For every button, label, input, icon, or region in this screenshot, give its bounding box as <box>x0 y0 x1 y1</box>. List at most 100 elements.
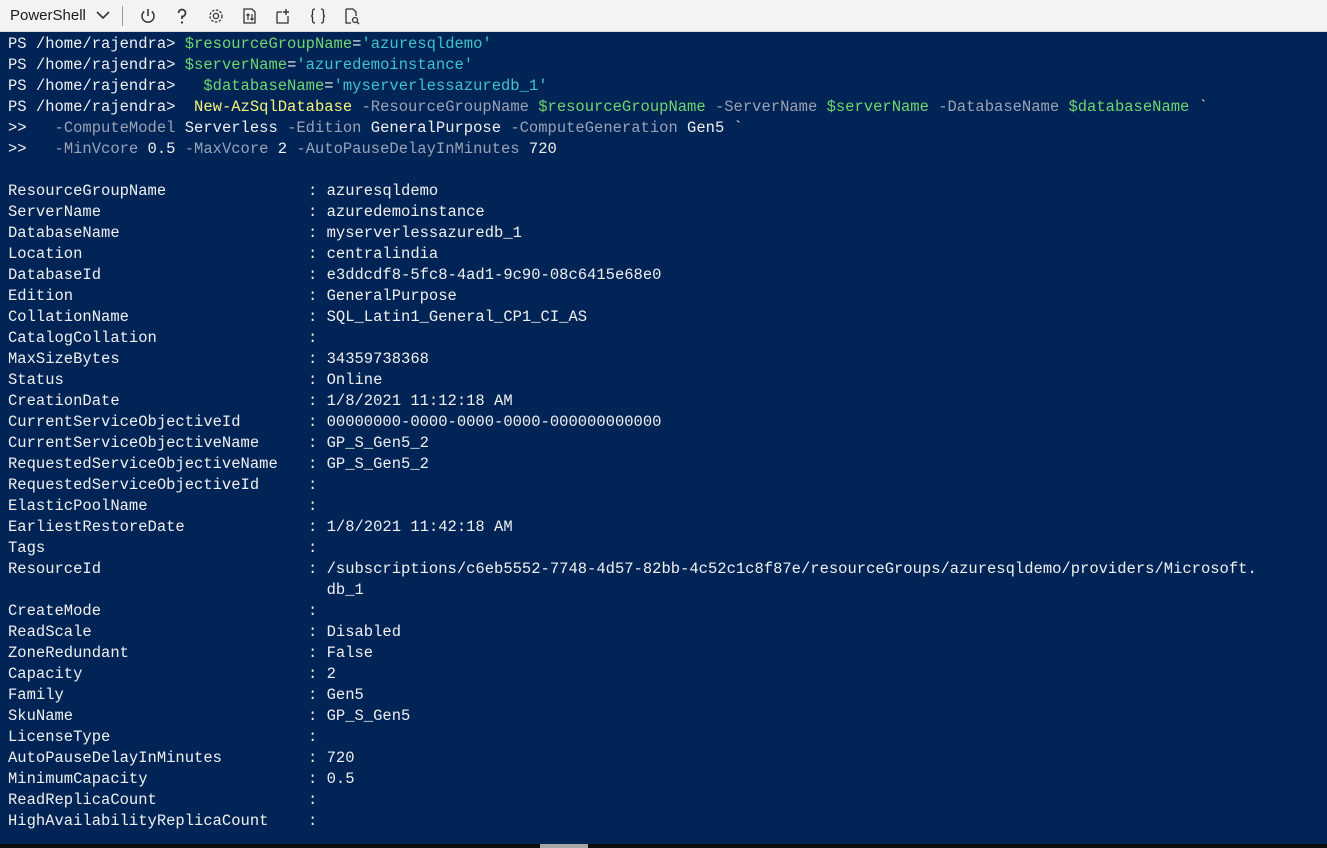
property-name: CreateMode <box>8 602 102 620</box>
scrollbar-thumb[interactable] <box>540 844 588 848</box>
output-row: Edition : GeneralPurpose <box>8 286 1327 307</box>
property-name: LicenseType <box>8 728 111 746</box>
output-row: RequestedServiceObjectiveName : GP_S_Gen5… <box>8 454 1327 475</box>
cmdlet-name: New-AzSqlDatabase <box>194 98 353 116</box>
output-row: LicenseType: <box>8 727 1327 748</box>
property-name: SkuName <box>8 707 74 725</box>
property-value: : 0.5 <box>308 770 355 788</box>
output-row: CollationName: SQL_Latin1_General_CP1_CI… <box>8 307 1327 328</box>
property-value: : GP_S_Gen5 <box>308 707 411 725</box>
property-name: MaxSizeBytes <box>8 350 120 368</box>
property-name: DatabaseId <box>8 266 102 284</box>
property-name: Tags <box>8 539 46 557</box>
argument: Serverless <box>175 119 288 137</box>
output-row: Capacity: 2 <box>8 664 1327 685</box>
output-row: SkuName : GP_S_Gen5 <box>8 706 1327 727</box>
output-row: DatabaseId : e3ddcdf8-5fc8-4ad1-9c90-08c6… <box>8 265 1327 286</box>
property-value: : 720 <box>308 749 355 767</box>
braces-icon <box>309 7 327 25</box>
property-value: : False <box>308 644 374 662</box>
chevron-down-icon <box>96 11 110 20</box>
editor-button[interactable] <box>301 0 335 32</box>
parameter: -DatabaseName <box>928 98 1069 116</box>
cmdlet-line: PS /home/rajendra> New-AzSqlDatabase -Re… <box>8 97 1327 118</box>
property-value: : <box>308 602 318 620</box>
property-name: Family <box>8 686 64 704</box>
property-value: : 1/8/2021 11:12:18 AM <box>308 392 513 410</box>
prompt: PS /home/rajendra> <box>8 35 185 53</box>
output-row: CurrentServiceObjectiveName: GP_S_Gen5_2 <box>8 433 1327 454</box>
output-row: HighAvailabilityReplicaCount: <box>8 811 1327 832</box>
continuation-prompt: >> <box>8 140 55 158</box>
property-name: ZoneRedundant <box>8 644 129 662</box>
property-name: CurrentServiceObjectiveId <box>8 413 241 431</box>
variable: $serverName <box>826 98 929 116</box>
property-value: : <box>308 497 318 515</box>
help-button[interactable] <box>165 0 199 32</box>
argument: 2 <box>268 140 297 158</box>
property-name: ReadScale <box>8 623 92 641</box>
command-line: PS /home/rajendra> $databaseName='myserv… <box>8 76 1327 97</box>
terminal-output[interactable]: PS /home/rajendra> $resourceGroupName = 'a… <box>0 32 1327 844</box>
parameter: -Edition <box>287 119 362 137</box>
property-name: CurrentServiceObjectiveName <box>8 434 260 452</box>
property-value: : GeneralPurpose <box>308 287 457 305</box>
command-line: PS /home/rajendra> $serverName='azuredem… <box>8 55 1327 76</box>
property-name: EarliestRestoreDate <box>8 518 185 536</box>
output-row: MinimumCapacity: 0.5 <box>8 769 1327 790</box>
prompt: PS /home/rajendra> <box>8 56 185 74</box>
operator: = <box>287 56 297 74</box>
settings-button[interactable] <box>199 0 233 32</box>
parameter: -AutoPauseDelayInMinutes <box>296 140 520 158</box>
parameter: -ServerName <box>705 98 827 116</box>
variable: $resourceGroupName <box>184 35 353 53</box>
property-value: : 34359738368 <box>308 350 429 368</box>
property-name: Edition <box>8 287 74 305</box>
gear-icon <box>207 7 225 25</box>
property-name: RequestedServiceObjectiveId <box>8 476 260 494</box>
argument: 720 <box>519 140 557 158</box>
output-row: Location: centralindia <box>8 244 1327 265</box>
argument: 0.5 <box>138 140 185 158</box>
property-value: : SQL_Latin1_General_CP1_CI_AS <box>308 308 588 326</box>
line-continuation: ` <box>1189 98 1208 116</box>
property-value: : Disabled <box>308 623 402 641</box>
restart-button[interactable] <box>131 0 165 32</box>
property-value: : centralindia <box>308 245 439 263</box>
property-value: : <box>308 791 318 809</box>
variable: $databaseName <box>203 77 325 95</box>
output-row: ResourceId : /subscriptions/c6eb5552-7748… <box>8 559 1327 580</box>
property-value: : 00000000-0000-0000-0000-000000000000 <box>308 413 662 431</box>
property-name: ResourceGroupName <box>8 182 167 200</box>
prompt: PS /home/rajendra> <box>8 98 185 116</box>
output-row: ReadScale : Disabled <box>8 622 1327 643</box>
variable: $resourceGroupName <box>538 98 706 116</box>
spacing <box>185 77 204 95</box>
property-name: RequestedServiceObjectiveName <box>8 455 278 473</box>
property-value: : e3ddcdf8-5fc8-4ad1-9c90-08c6415e68e0 <box>308 266 662 284</box>
argument: Gen5 ` <box>677 119 743 137</box>
variable: $databaseName <box>1068 98 1190 116</box>
output-row: Status: Online <box>8 370 1327 391</box>
output-row: Family: Gen5 <box>8 685 1327 706</box>
property-value: : /subscriptions/c6eb5552-7748-4d57-82bb… <box>308 560 1257 578</box>
horizontal-scrollbar[interactable] <box>0 844 1327 848</box>
upload-download-icon <box>241 7 259 25</box>
property-name: ResourceId <box>8 560 102 578</box>
property-value: : myserverlessazuredb_1 <box>308 224 522 242</box>
open-new-session-button[interactable] <box>267 0 301 32</box>
string-literal: 'azuresqldemo' <box>361 35 492 53</box>
operator: = <box>324 77 334 95</box>
output-row: AutoPauseDelayInMinutes: 720 <box>8 748 1327 769</box>
property-name: ReadReplicaCount <box>8 791 157 809</box>
shell-type-dropdown[interactable]: PowerShell <box>0 0 118 32</box>
parameter: -MinVcore <box>54 140 139 158</box>
property-value: : GP_S_Gen5_2 <box>308 455 429 473</box>
parameter: -MaxVcore <box>184 140 269 158</box>
command-line: PS /home/rajendra> $resourceGroupName='a… <box>8 34 1327 55</box>
web-preview-button[interactable] <box>335 0 369 32</box>
output-row: ReadReplicaCount: <box>8 790 1327 811</box>
property-value: : <box>308 329 318 347</box>
output-row: ElasticPoolName: <box>8 496 1327 517</box>
upload-download-button[interactable] <box>233 0 267 32</box>
